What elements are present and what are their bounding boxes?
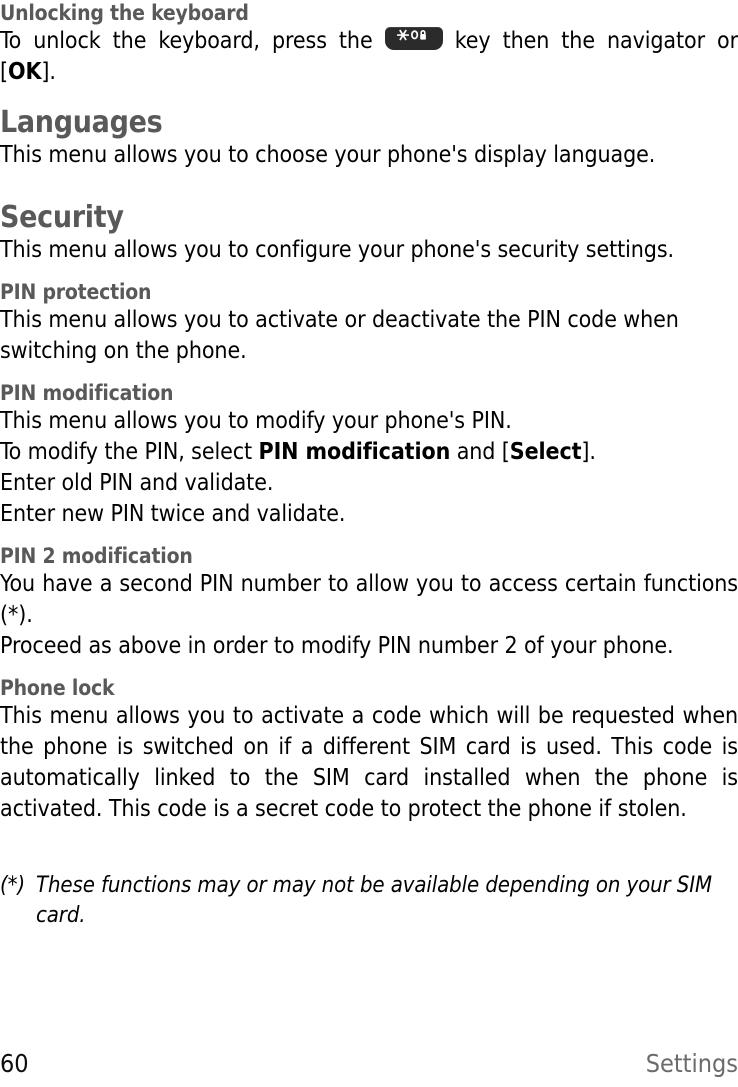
unlocking-text-before-key: To unlock the keyboard, press the xyxy=(0,28,373,54)
paragraph-unlocking-the-keyboard: To unlock the keyboard, press the key th… xyxy=(0,26,738,88)
pin-mod-text-a: To modify the PIN, select xyxy=(0,439,259,465)
star-lock-key-icon xyxy=(384,27,443,50)
heading-phone-lock: Phone lock xyxy=(0,676,115,700)
running-head-chapter-title: Settings xyxy=(645,1049,738,1078)
paragraph-phone-lock: This menu allows you to activate a code … xyxy=(0,703,738,822)
ok-softkey-label: OK xyxy=(7,59,42,85)
pin-mod-text-c: ]. xyxy=(581,439,596,465)
paragraph-pin-modification-line3: Enter old PIN and validate. xyxy=(0,470,274,496)
paragraph-security: This menu allows you to configure your p… xyxy=(0,237,674,263)
paragraph-pin-2-modification-1: You have a second PIN number to allow yo… xyxy=(0,571,738,628)
footnote-sim-availability: (*) These functions may or may not be ava… xyxy=(0,871,738,931)
unlocking-text-tail: ]. xyxy=(41,59,56,85)
heading-pin-2-modification: PIN 2 modification xyxy=(0,544,193,568)
paragraph-pin-protection: This menu allows you to activate or deac… xyxy=(0,307,679,364)
pin-mod-text-b: and [ xyxy=(450,439,510,465)
footnote-text: These functions may or may not be availa… xyxy=(36,873,712,928)
heading-pin-protection: PIN protection xyxy=(0,280,152,304)
paragraph-pin-modification-line4: Enter new PIN twice and validate. xyxy=(0,501,346,527)
page-number: 60 xyxy=(0,1049,29,1078)
page-content: Unlocking the keyboard To unlock the key… xyxy=(0,0,738,931)
heading-languages: Languages xyxy=(0,105,163,140)
heading-pin-modification: PIN modification xyxy=(0,381,174,405)
footnote-marker: (*) xyxy=(0,873,26,898)
pin-modification-menu-label: PIN modification xyxy=(258,439,451,465)
paragraph-pin-modification-line2: To modify the PIN, select PIN modificati… xyxy=(0,437,738,468)
paragraph-pin-modification-line1: This menu allows you to modify your phon… xyxy=(0,408,512,434)
paragraph-pin-2-modification-2: Proceed as above in order to modify PIN … xyxy=(0,633,674,659)
heading-unlocking-the-keyboard: Unlocking the keyboard xyxy=(0,1,249,25)
heading-security: Security xyxy=(0,200,124,235)
page-footer: 60 Settings xyxy=(0,1045,738,1079)
paragraph-languages: This menu allows you to choose your phon… xyxy=(0,142,656,168)
select-softkey-label: Select xyxy=(509,439,582,465)
manual-page: Unlocking the keyboard To unlock the key… xyxy=(0,0,738,1087)
